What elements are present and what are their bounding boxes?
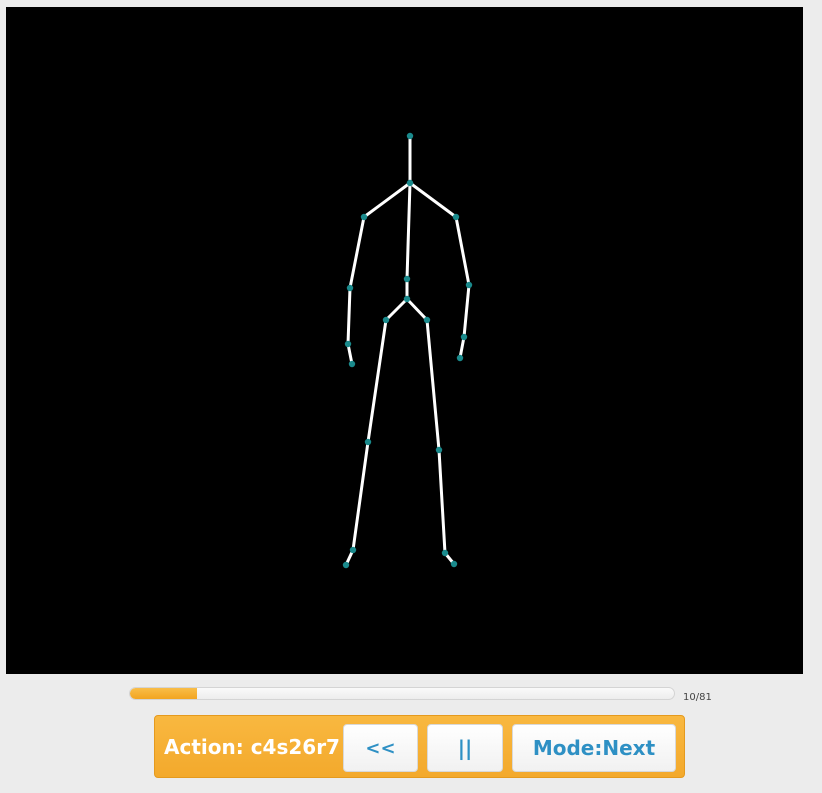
bone-lkn-lan <box>351 440 370 552</box>
skeleton-canvas <box>342 132 473 569</box>
bone-rhp-rkn <box>425 318 441 452</box>
joint-lsh <box>360 213 368 221</box>
joint-rel <box>465 281 473 289</box>
joint-lwr <box>344 340 352 348</box>
joint-lft <box>342 561 350 569</box>
joint-rhp <box>423 316 431 324</box>
bone-rel-rwr <box>462 283 471 339</box>
bone-lhp-lkn <box>366 318 388 444</box>
action-label: Action: c4s26r7 <box>164 735 340 759</box>
joint-lhp <box>382 316 390 324</box>
skeleton-viewport <box>6 7 803 674</box>
pause-button[interactable]: || <box>427 724 503 772</box>
joint-rha <box>456 354 464 362</box>
bone-neck-rsh <box>408 181 458 219</box>
bone-neck-spine <box>405 181 412 281</box>
frame-counter: 10/81 <box>683 692 712 703</box>
joint-head <box>406 132 414 140</box>
bone-hip-rhp <box>405 297 429 322</box>
progress-fill <box>130 688 197 699</box>
joint-ran <box>441 549 449 557</box>
bone-neck-lsh <box>362 181 412 219</box>
mode-button[interactable]: Mode:Next <box>512 724 676 772</box>
playback-progress-bar[interactable] <box>129 687 675 700</box>
joint-rkn <box>435 446 443 454</box>
joint-lan <box>349 546 357 554</box>
joint-rft <box>450 560 458 568</box>
bone-lsh-lel <box>348 215 366 290</box>
bone-rsh-rel <box>454 215 471 287</box>
bone-rkn-ran <box>437 448 447 555</box>
joint-lkn <box>364 438 372 446</box>
bone-lel-lwr <box>346 286 352 346</box>
joint-hip <box>403 295 411 303</box>
joint-neck <box>406 179 414 187</box>
joint-spine <box>403 275 411 283</box>
bone-hip-lhp <box>384 297 409 322</box>
control-bar: Action: c4s26r7 << || Mode:Next <box>154 715 685 778</box>
joint-rwr <box>460 333 468 341</box>
joint-lel <box>346 284 354 292</box>
previous-button[interactable]: << <box>343 724 418 772</box>
joint-rsh <box>452 213 460 221</box>
joint-lha <box>348 360 356 368</box>
bone-rwr-rha <box>458 335 466 360</box>
